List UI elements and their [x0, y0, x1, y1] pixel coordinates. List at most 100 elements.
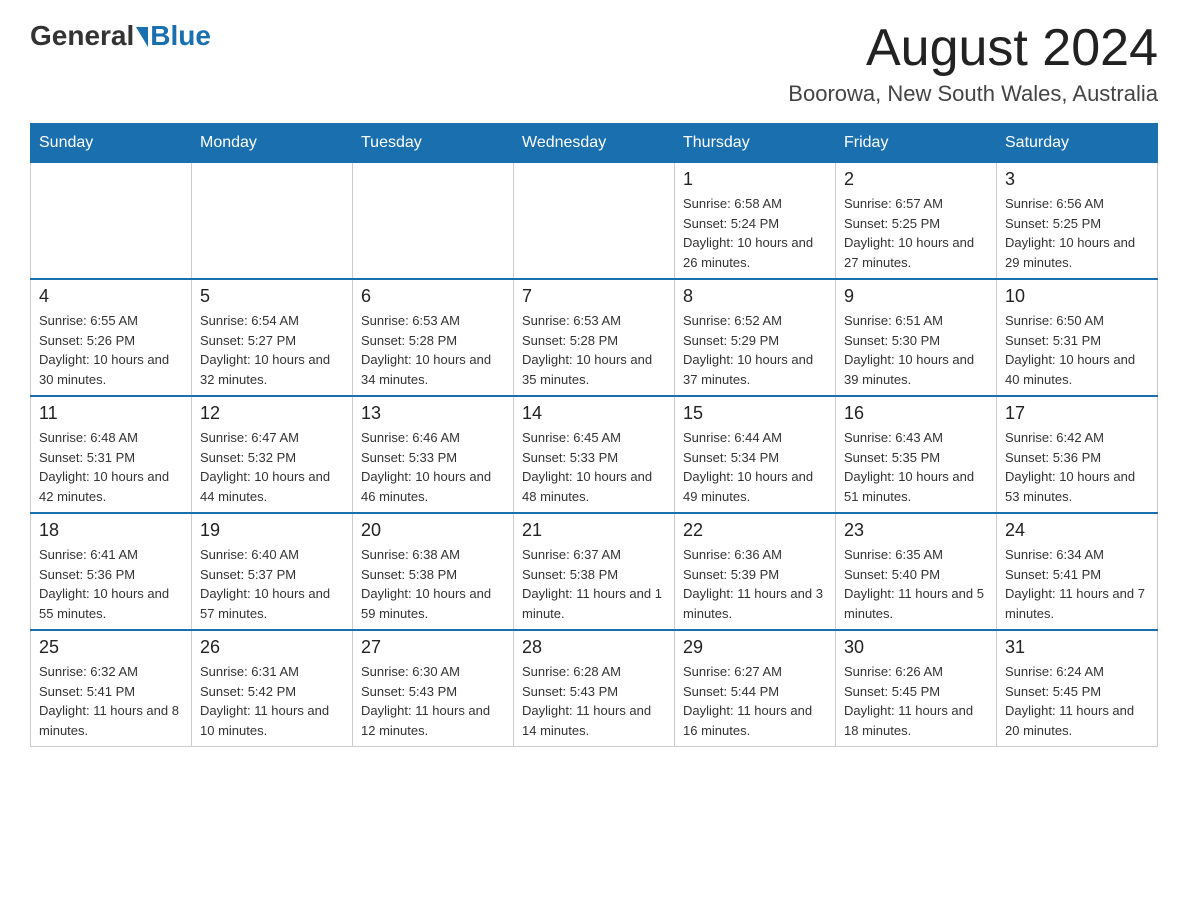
calendar-cell: 4 Sunrise: 6:55 AMSunset: 5:26 PMDaylight… — [31, 279, 192, 396]
day-number: 21 — [522, 520, 666, 541]
weekday-header-thursday: Thursday — [675, 124, 836, 163]
page-header: General Blue August 2024 Boorowa, New So… — [30, 20, 1158, 107]
day-number: 23 — [844, 520, 988, 541]
calendar-cell: 9 Sunrise: 6:51 AMSunset: 5:30 PMDaylight… — [836, 279, 997, 396]
calendar-week-row: 1 Sunrise: 6:58 AMSunset: 5:24 PMDaylight… — [31, 163, 1158, 280]
day-number: 25 — [39, 637, 183, 658]
day-number: 4 — [39, 286, 183, 307]
day-number: 19 — [200, 520, 344, 541]
day-info: Sunrise: 6:57 AMSunset: 5:25 PMDaylight:… — [844, 194, 988, 272]
day-info: Sunrise: 6:46 AMSunset: 5:33 PMDaylight:… — [361, 428, 505, 506]
day-info: Sunrise: 6:53 AMSunset: 5:28 PMDaylight:… — [361, 311, 505, 389]
day-info: Sunrise: 6:41 AMSunset: 5:36 PMDaylight:… — [39, 545, 183, 623]
day-info: Sunrise: 6:38 AMSunset: 5:38 PMDaylight:… — [361, 545, 505, 623]
calendar-table: SundayMondayTuesdayWednesdayThursdayFrid… — [30, 123, 1158, 747]
calendar-cell: 17Sunrise: 6:42 AMSunset: 5:36 PMDayligh… — [997, 396, 1158, 513]
day-number: 10 — [1005, 286, 1149, 307]
calendar-cell: 16 Sunrise: 6:43 AMSunset: 5:35 PMDayligh… — [836, 396, 997, 513]
weekday-header-monday: Monday — [192, 124, 353, 163]
calendar-cell: 8Sunrise: 6:52 AMSunset: 5:29 PMDaylight… — [675, 279, 836, 396]
day-info: Sunrise: 6:48 AMSunset: 5:31 PMDaylight:… — [39, 428, 183, 506]
calendar-cell — [31, 163, 192, 280]
calendar-cell: 28 Sunrise: 6:28 AMSunset: 5:43 PMDayligh… — [514, 630, 675, 747]
calendar-cell — [514, 163, 675, 280]
calendar-cell: 21 Sunrise: 6:37 AMSunset: 5:38 PMDayligh… — [514, 513, 675, 630]
calendar-week-row: 4 Sunrise: 6:55 AMSunset: 5:26 PMDaylight… — [31, 279, 1158, 396]
day-info: Sunrise: 6:44 AMSunset: 5:34 PMDaylight:… — [683, 428, 827, 506]
calendar-cell: 29Sunrise: 6:27 AMSunset: 5:44 PMDayligh… — [675, 630, 836, 747]
day-number: 22 — [683, 520, 827, 541]
calendar-cell — [353, 163, 514, 280]
calendar-cell — [192, 163, 353, 280]
day-number: 15 — [683, 403, 827, 424]
day-info: Sunrise: 6:24 AMSunset: 5:45 PMDaylight:… — [1005, 662, 1149, 740]
calendar-cell: 27 Sunrise: 6:30 AMSunset: 5:43 PMDayligh… — [353, 630, 514, 747]
calendar-cell: 30Sunrise: 6:26 AMSunset: 5:45 PMDayligh… — [836, 630, 997, 747]
day-number: 6 — [361, 286, 505, 307]
day-info: Sunrise: 6:54 AMSunset: 5:27 PMDaylight:… — [200, 311, 344, 389]
calendar-cell: 7Sunrise: 6:53 AMSunset: 5:28 PMDaylight… — [514, 279, 675, 396]
day-number: 28 — [522, 637, 666, 658]
logo: General Blue — [30, 20, 211, 52]
day-info: Sunrise: 6:58 AMSunset: 5:24 PMDaylight:… — [683, 194, 827, 272]
day-number: 16 — [844, 403, 988, 424]
day-info: Sunrise: 6:51 AMSunset: 5:30 PMDaylight:… — [844, 311, 988, 389]
title-area: August 2024 Boorowa, New South Wales, Au… — [788, 20, 1158, 107]
logo-blue-text: Blue — [150, 20, 211, 52]
calendar-cell: 24 Sunrise: 6:34 AMSunset: 5:41 PMDayligh… — [997, 513, 1158, 630]
calendar-cell: 15 Sunrise: 6:44 AMSunset: 5:34 PMDayligh… — [675, 396, 836, 513]
location-title: Boorowa, New South Wales, Australia — [788, 81, 1158, 107]
calendar-cell: 13 Sunrise: 6:46 AMSunset: 5:33 PMDayligh… — [353, 396, 514, 513]
day-info: Sunrise: 6:34 AMSunset: 5:41 PMDaylight:… — [1005, 545, 1149, 623]
day-info: Sunrise: 6:32 AMSunset: 5:41 PMDaylight:… — [39, 662, 183, 740]
calendar-cell: 3Sunrise: 6:56 AMSunset: 5:25 PMDaylight… — [997, 163, 1158, 280]
calendar-week-row: 18 Sunrise: 6:41 AMSunset: 5:36 PMDayligh… — [31, 513, 1158, 630]
day-number: 9 — [844, 286, 988, 307]
day-info: Sunrise: 6:40 AMSunset: 5:37 PMDaylight:… — [200, 545, 344, 623]
day-info: Sunrise: 6:50 AMSunset: 5:31 PMDaylight:… — [1005, 311, 1149, 389]
calendar-week-row: 25 Sunrise: 6:32 AMSunset: 5:41 PMDayligh… — [31, 630, 1158, 747]
day-number: 1 — [683, 169, 827, 190]
calendar-cell: 25 Sunrise: 6:32 AMSunset: 5:41 PMDayligh… — [31, 630, 192, 747]
day-number: 24 — [1005, 520, 1149, 541]
day-info: Sunrise: 6:45 AMSunset: 5:33 PMDaylight:… — [522, 428, 666, 506]
day-number: 5 — [200, 286, 344, 307]
day-info: Sunrise: 6:28 AMSunset: 5:43 PMDaylight:… — [522, 662, 666, 740]
day-info: Sunrise: 6:52 AMSunset: 5:29 PMDaylight:… — [683, 311, 827, 389]
day-number: 12 — [200, 403, 344, 424]
weekday-header-wednesday: Wednesday — [514, 124, 675, 163]
day-info: Sunrise: 6:27 AMSunset: 5:44 PMDaylight:… — [683, 662, 827, 740]
calendar-cell: 20 Sunrise: 6:38 AMSunset: 5:38 PMDayligh… — [353, 513, 514, 630]
weekday-header-saturday: Saturday — [997, 124, 1158, 163]
day-number: 18 — [39, 520, 183, 541]
logo-general-text: General — [30, 20, 134, 52]
day-number: 13 — [361, 403, 505, 424]
calendar-cell: 12Sunrise: 6:47 AMSunset: 5:32 PMDayligh… — [192, 396, 353, 513]
day-info: Sunrise: 6:56 AMSunset: 5:25 PMDaylight:… — [1005, 194, 1149, 272]
day-number: 27 — [361, 637, 505, 658]
day-number: 2 — [844, 169, 988, 190]
calendar-cell: 5 Sunrise: 6:54 AMSunset: 5:27 PMDaylight… — [192, 279, 353, 396]
calendar-header-row: SundayMondayTuesdayWednesdayThursdayFrid… — [31, 124, 1158, 163]
calendar-cell: 10 Sunrise: 6:50 AMSunset: 5:31 PMDayligh… — [997, 279, 1158, 396]
day-info: Sunrise: 6:55 AMSunset: 5:26 PMDaylight:… — [39, 311, 183, 389]
day-number: 20 — [361, 520, 505, 541]
calendar-cell: 23Sunrise: 6:35 AMSunset: 5:40 PMDayligh… — [836, 513, 997, 630]
day-info: Sunrise: 6:31 AMSunset: 5:42 PMDaylight:… — [200, 662, 344, 740]
calendar-cell: 26Sunrise: 6:31 AMSunset: 5:42 PMDayligh… — [192, 630, 353, 747]
day-number: 31 — [1005, 637, 1149, 658]
calendar-cell: 18 Sunrise: 6:41 AMSunset: 5:36 PMDayligh… — [31, 513, 192, 630]
day-info: Sunrise: 6:37 AMSunset: 5:38 PMDaylight:… — [522, 545, 666, 623]
calendar-cell: 31 Sunrise: 6:24 AMSunset: 5:45 PMDayligh… — [997, 630, 1158, 747]
weekday-header-tuesday: Tuesday — [353, 124, 514, 163]
month-title: August 2024 — [788, 20, 1158, 77]
day-number: 17 — [1005, 403, 1149, 424]
day-number: 7 — [522, 286, 666, 307]
calendar-cell: 11 Sunrise: 6:48 AMSunset: 5:31 PMDayligh… — [31, 396, 192, 513]
day-number: 30 — [844, 637, 988, 658]
day-info: Sunrise: 6:30 AMSunset: 5:43 PMDaylight:… — [361, 662, 505, 740]
calendar-cell: 6 Sunrise: 6:53 AMSunset: 5:28 PMDaylight… — [353, 279, 514, 396]
day-number: 11 — [39, 403, 183, 424]
weekday-header-friday: Friday — [836, 124, 997, 163]
day-info: Sunrise: 6:43 AMSunset: 5:35 PMDaylight:… — [844, 428, 988, 506]
